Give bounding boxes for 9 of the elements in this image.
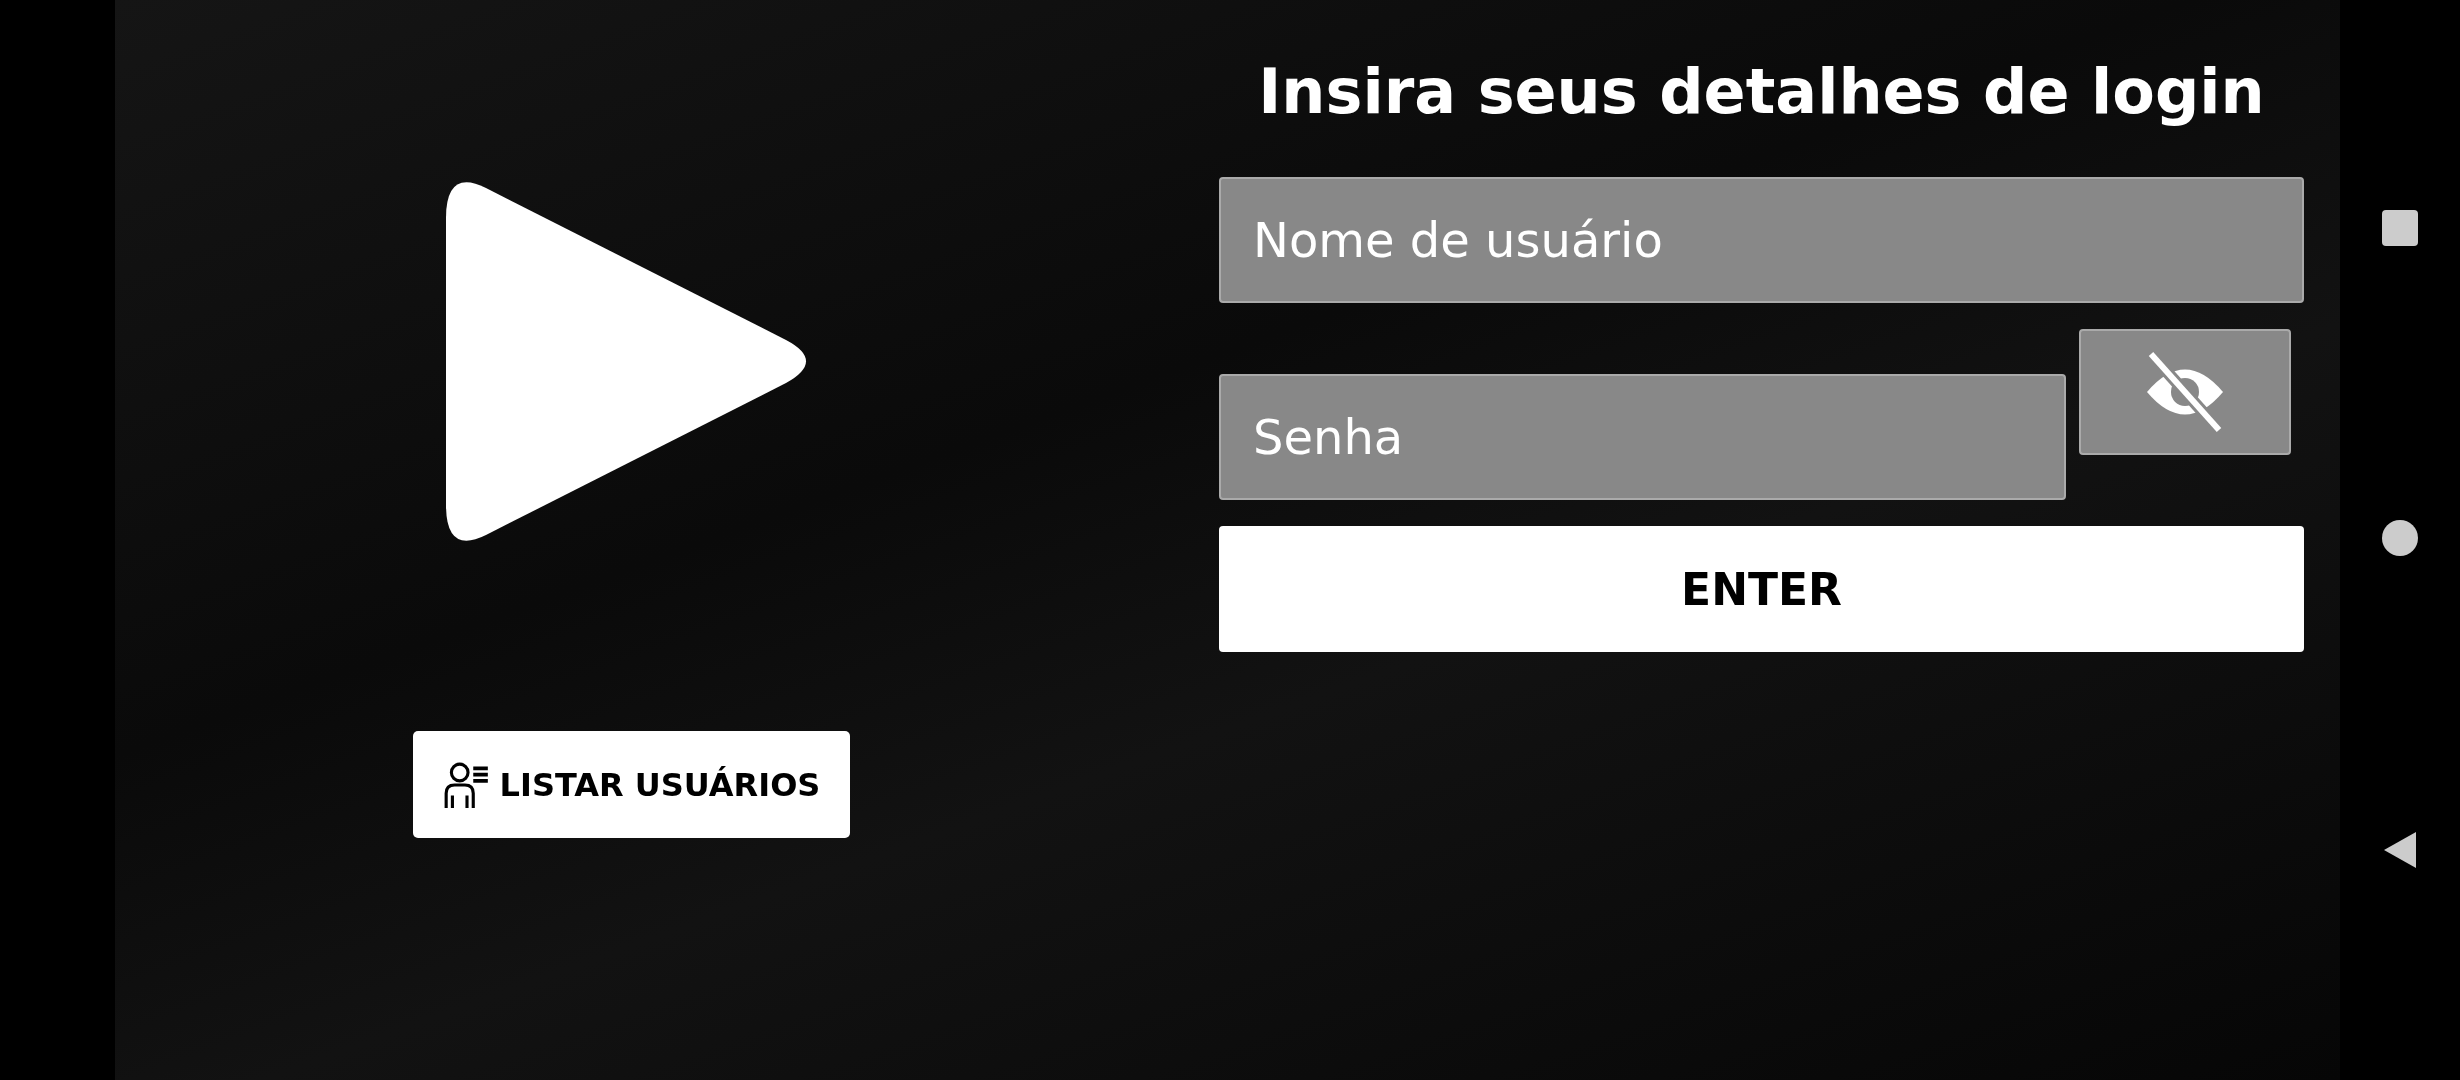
eye-slash-icon [2145,352,2225,432]
home-icon[interactable] [2382,520,2418,556]
list-users-button[interactable]: LISTAR USUÁRIOS [412,731,850,838]
username-field[interactable]: Nome de usuário [1219,177,2304,303]
password-visibility-button[interactable] [2079,329,2291,455]
enter-button[interactable]: ENTER [1219,526,2304,652]
password-field[interactable]: Senha [1219,374,2066,500]
login-title: Insira seus detalhes de login [1257,54,2266,130]
back-icon[interactable] [2382,830,2418,870]
